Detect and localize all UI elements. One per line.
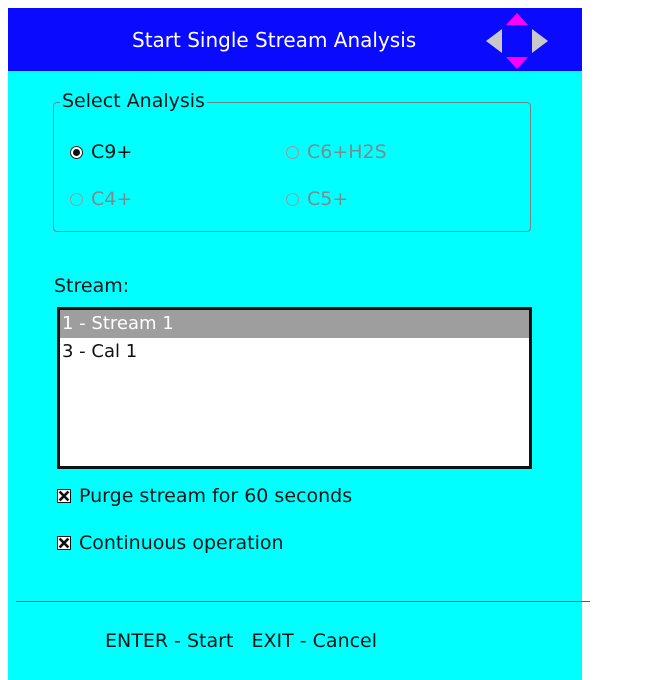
- arrow-up-icon[interactable]: [506, 13, 528, 25]
- analysis-dialog: Start Single Stream Analysis Select Anal…: [8, 8, 582, 680]
- radio-c9plus[interactable]: C9+: [70, 140, 132, 164]
- select-analysis-legend: Select Analysis: [60, 89, 207, 113]
- radio-c9plus-circle[interactable]: [70, 145, 83, 159]
- radio-c5plus-label: C5+: [307, 188, 349, 210]
- select-analysis-group: Select Analysis C9+ C6+H2S C4+ C5+: [53, 89, 531, 232]
- radio-c9plus-label: C9+: [91, 141, 133, 163]
- radio-c5plus[interactable]: C5+: [286, 187, 348, 211]
- arrow-left-icon[interactable]: [486, 29, 502, 53]
- radio-c4plus-circle[interactable]: [70, 192, 83, 206]
- stream-list-item[interactable]: 3 - Cal 1: [60, 338, 529, 366]
- radio-c6plus-h2s-label: C6+H2S: [307, 141, 387, 163]
- stream-list-item[interactable]: 1 - Stream 1: [60, 310, 529, 338]
- title-bar: Start Single Stream Analysis: [8, 8, 582, 71]
- footer-key-hints: ENTER - Start EXIT - Cancel: [105, 630, 378, 652]
- stream-label: Stream:: [54, 275, 130, 297]
- radio-c5plus-circle[interactable]: [286, 192, 299, 206]
- nav-center: [506, 29, 528, 53]
- four-way-arrow-pad-icon[interactable]: [484, 11, 550, 71]
- dialog-title: Start Single Stream Analysis: [132, 28, 417, 52]
- stream-listbox[interactable]: 1 - Stream 1 3 - Cal 1: [57, 307, 532, 469]
- footer-divider: [16, 601, 590, 602]
- purge-stream-label: Purge stream for 60 seconds: [79, 485, 353, 507]
- continuous-operation-label: Continuous operation: [79, 532, 284, 554]
- radio-c6plus-h2s[interactable]: C6+H2S: [286, 140, 387, 164]
- checkmark-x-icon: [58, 490, 70, 502]
- continuous-operation-checkbox[interactable]: [57, 536, 71, 550]
- radio-c4plus-label: C4+: [91, 188, 133, 210]
- continuous-operation-option[interactable]: Continuous operation: [57, 531, 284, 555]
- radio-c4plus[interactable]: C4+: [70, 187, 132, 211]
- arrow-down-icon[interactable]: [506, 57, 528, 69]
- arrow-right-icon[interactable]: [532, 29, 548, 53]
- radio-c6plus-h2s-circle[interactable]: [286, 145, 299, 159]
- purge-stream-option[interactable]: Purge stream for 60 seconds: [57, 484, 352, 508]
- checkmark-x-icon: [58, 537, 70, 549]
- purge-stream-checkbox[interactable]: [57, 489, 71, 503]
